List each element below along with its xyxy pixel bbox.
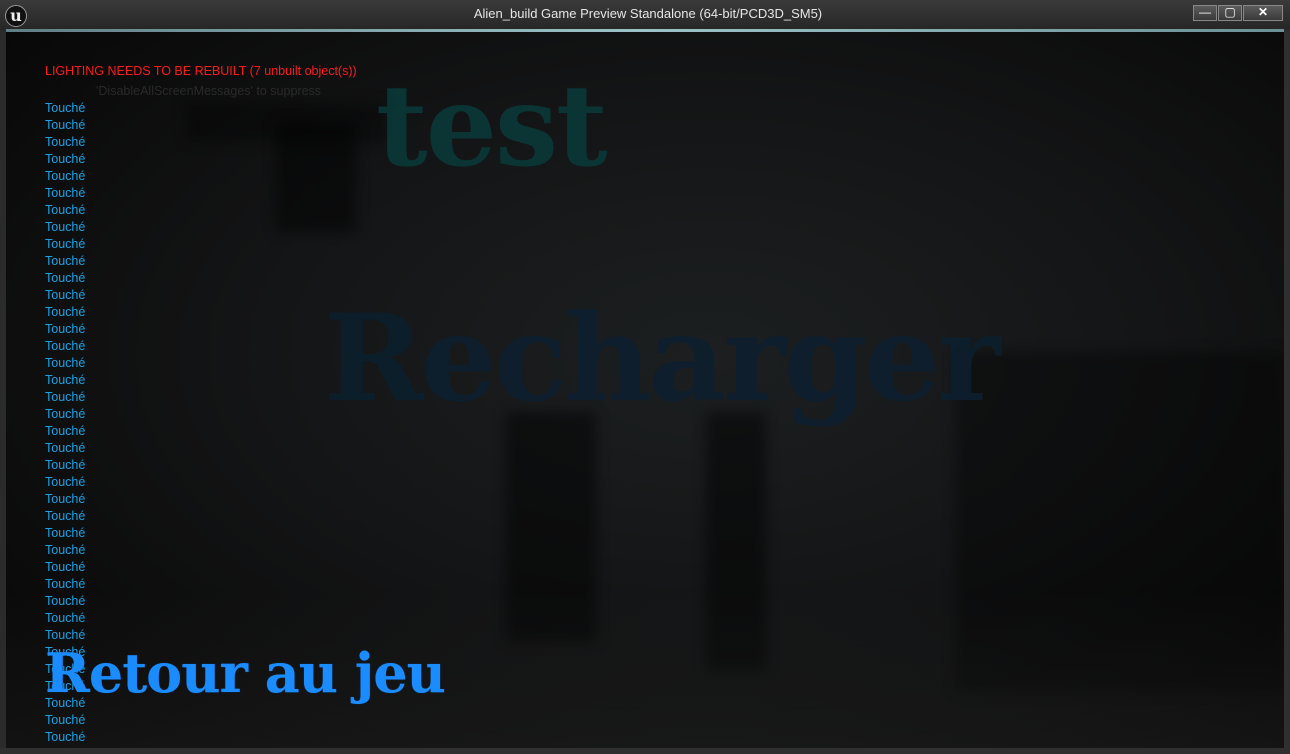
touch-message: Touché xyxy=(45,509,86,523)
window-title: Alien_build Game Preview Standalone (64-… xyxy=(473,6,823,21)
touch-message: Touché xyxy=(45,713,86,727)
touch-message: Touché xyxy=(45,475,86,489)
touch-message: Touché xyxy=(45,101,86,115)
touch-message: Touché xyxy=(45,203,86,217)
touch-message: Touché xyxy=(45,441,86,455)
window-border-bottom xyxy=(0,748,1290,754)
touch-message: Touché xyxy=(45,407,86,421)
touch-message: Touché xyxy=(45,152,86,166)
minimize-button[interactable]: — xyxy=(1193,5,1217,21)
touch-message: Touché xyxy=(45,492,86,506)
touch-message: Touché xyxy=(45,560,86,574)
title-bar[interactable]: u Alien_build Game Preview Standalone (6… xyxy=(0,0,1290,30)
touch-message: Touché xyxy=(45,543,86,557)
touch-message: Touché xyxy=(45,356,86,370)
game-viewport[interactable]: test Recharger LIGHTING NEEDS TO BE REBU… xyxy=(6,32,1284,748)
scene-shadow xyxy=(276,122,356,232)
touch-message: Touché xyxy=(45,322,86,336)
touch-message: Touché xyxy=(45,288,86,302)
maximize-button[interactable]: ▢ xyxy=(1218,5,1242,21)
touch-message: Touché xyxy=(45,611,86,625)
touch-message: Touché xyxy=(45,118,86,132)
touch-message: Touché xyxy=(45,237,86,251)
touch-message: Touché xyxy=(45,186,86,200)
touch-message: Touché xyxy=(45,390,86,404)
touch-message: Touché xyxy=(45,254,86,268)
touch-message: Touché xyxy=(45,577,86,591)
touch-message: Touché xyxy=(45,594,86,608)
touch-message: Touché xyxy=(45,458,86,472)
window-border-right xyxy=(1284,30,1290,754)
world-text-recharger: Recharger xyxy=(324,288,1001,429)
world-text-test: test xyxy=(376,61,608,192)
touch-message: Touché xyxy=(45,424,86,438)
game-preview-window: u Alien_build Game Preview Standalone (6… xyxy=(0,0,1290,754)
touch-message: Touché xyxy=(45,526,86,540)
touch-message: Touché xyxy=(45,220,86,234)
touch-message: Touché xyxy=(45,271,86,285)
suppress-hint-message: 'DisableAllScreenMessages' to suppress xyxy=(96,84,322,98)
touch-message: Touché xyxy=(45,339,86,353)
lighting-warning-message: LIGHTING NEEDS TO BE REBUILT (7 unbuilt … xyxy=(45,64,357,78)
touch-message: Touché xyxy=(45,730,86,744)
touch-message: Touché xyxy=(45,373,86,387)
touch-message: Touché xyxy=(45,305,86,319)
close-button[interactable]: ✕ xyxy=(1243,5,1283,21)
retour-au-jeu-button[interactable]: Retour au jeu xyxy=(45,638,446,708)
touch-message: Touché xyxy=(45,169,86,183)
touch-message: Touché xyxy=(45,135,86,149)
